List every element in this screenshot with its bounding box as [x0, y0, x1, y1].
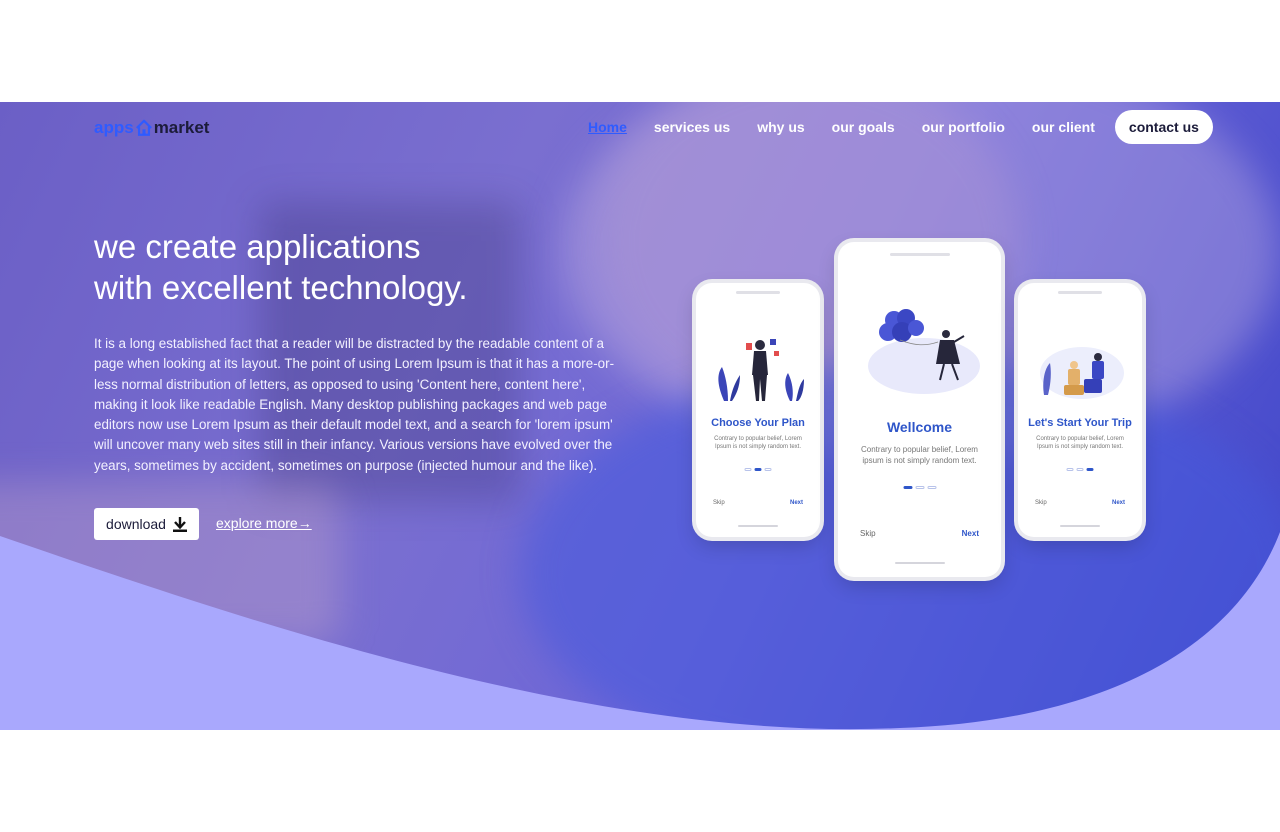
home-indicator — [738, 525, 778, 527]
explore-more-link[interactable]: explore more→ — [216, 515, 312, 531]
phone-description: Contrary to popular belief, Lorem Ipsum … — [714, 436, 802, 450]
pager-dot — [1066, 468, 1074, 471]
next-button[interactable]: Next — [790, 500, 803, 506]
pager-dots — [903, 486, 936, 489]
nav-item-portfolio[interactable]: our portfolio — [922, 109, 1005, 145]
phone-mockup-welcome: Wellcome Contrary to popular belief, Lor… — [838, 242, 1001, 577]
pager-dot-active — [1086, 468, 1094, 471]
phone-notch — [889, 253, 950, 256]
phone-title: Choose Your Plan — [711, 417, 805, 429]
skip-button[interactable]: Skip — [1035, 500, 1047, 506]
next-button[interactable]: Next — [962, 529, 979, 538]
download-button[interactable]: download — [94, 508, 199, 540]
main-nav: Home services us why us our goals our po… — [588, 109, 1213, 145]
nav-item-client[interactable]: our client — [1032, 109, 1095, 145]
nav-item-goals[interactable]: our goals — [832, 109, 895, 145]
pager-dot — [915, 486, 924, 489]
skip-button[interactable]: Skip — [713, 500, 725, 506]
brand-logo[interactable]: apps market — [94, 118, 209, 138]
phone-notch — [1058, 291, 1102, 294]
balloons-girl-illustration — [868, 309, 980, 394]
nav-item-services[interactable]: services us — [654, 109, 730, 145]
home-indicator — [894, 562, 945, 564]
next-button[interactable]: Next — [1112, 500, 1125, 506]
brand-part1: apps — [94, 118, 134, 137]
headline-line-2: with excellent technology. — [94, 269, 468, 306]
phone-description: Contrary to popular belief, Lorem ipsum … — [861, 445, 978, 465]
phone-mockup-start-trip: Let's Start Your Trip Contrary to popula… — [1018, 283, 1142, 537]
pager-dots — [744, 468, 772, 471]
hero-headline: we create applications with excellent te… — [94, 226, 654, 308]
phone-title: Let's Start Your Trip — [1028, 417, 1132, 429]
nav-item-why-us[interactable]: why us — [757, 109, 804, 145]
pager-dot-active — [903, 486, 912, 489]
headline-line-1: we create applications — [94, 228, 421, 265]
pager-dot — [764, 468, 772, 471]
house-icon — [135, 119, 152, 136]
phone-description: Contrary to popular belief, Lorem Ipsum … — [1036, 436, 1124, 450]
hero-description: It is a long established fact that a rea… — [94, 336, 615, 473]
brand-part2: market — [153, 118, 210, 137]
travel-couple-illustration — [1040, 347, 1124, 399]
navbar: apps market Home services us why us our … — [0, 102, 1280, 152]
skip-button[interactable]: Skip — [860, 529, 876, 538]
download-label: download — [106, 516, 166, 532]
contact-button[interactable]: contact us — [1114, 110, 1213, 144]
pager-dot — [744, 468, 752, 471]
phone-mockup-choose-plan: Choose Your Plan Contrary to popular bel… — [696, 283, 820, 537]
phone-title: Wellcome — [886, 419, 953, 435]
phone-notch — [736, 291, 780, 294]
pager-dot — [927, 486, 936, 489]
download-icon — [172, 516, 187, 532]
pager-dot-active — [754, 468, 762, 471]
nav-item-home[interactable]: Home — [588, 109, 627, 145]
pager-dots — [1066, 468, 1094, 471]
pager-dot — [1076, 468, 1084, 471]
home-indicator — [1060, 525, 1100, 527]
woman-plant-illustration — [718, 339, 804, 401]
